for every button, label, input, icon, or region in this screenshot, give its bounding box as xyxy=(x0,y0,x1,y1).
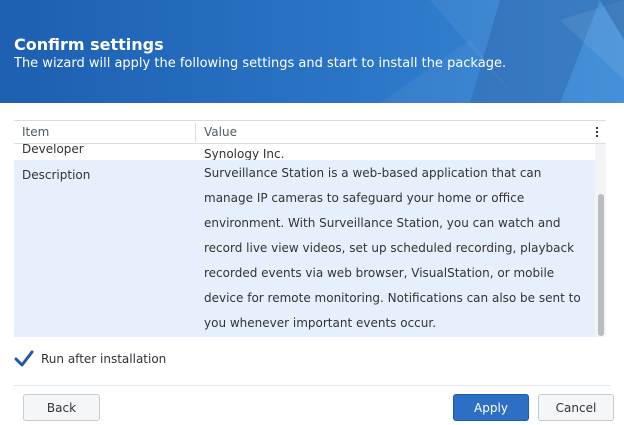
back-button[interactable]: Back xyxy=(23,394,100,421)
scrollbar-thumb[interactable] xyxy=(598,194,604,336)
run-after-install-checkbox[interactable] xyxy=(14,349,34,369)
apply-button[interactable]: Apply xyxy=(453,394,529,421)
run-after-install-label[interactable]: Run after installation xyxy=(41,352,166,366)
cancel-button[interactable]: Cancel xyxy=(538,394,614,421)
grid-header: Item Value xyxy=(14,120,606,144)
column-header-item[interactable]: Item xyxy=(22,125,49,139)
table-row[interactable]: Description Surveillance Station is a we… xyxy=(14,160,595,337)
checkmark-icon xyxy=(14,350,34,367)
footer-divider xyxy=(14,385,610,386)
settings-grid: Item Value Developer Synology Inc. Descr… xyxy=(14,120,606,337)
page-title: Confirm settings xyxy=(14,35,164,54)
column-separator xyxy=(195,123,196,142)
page-subtitle: The wizard will apply the following sett… xyxy=(14,56,507,71)
row-value: Surveillance Station is a web-based appl… xyxy=(204,166,581,330)
row-item: Description xyxy=(22,168,91,182)
column-menu-icon[interactable] xyxy=(592,124,602,140)
column-header-value[interactable]: Value xyxy=(204,125,237,139)
row-item: Developer xyxy=(22,142,84,156)
wizard-header: Confirm settings The wizard will apply t… xyxy=(0,0,624,103)
